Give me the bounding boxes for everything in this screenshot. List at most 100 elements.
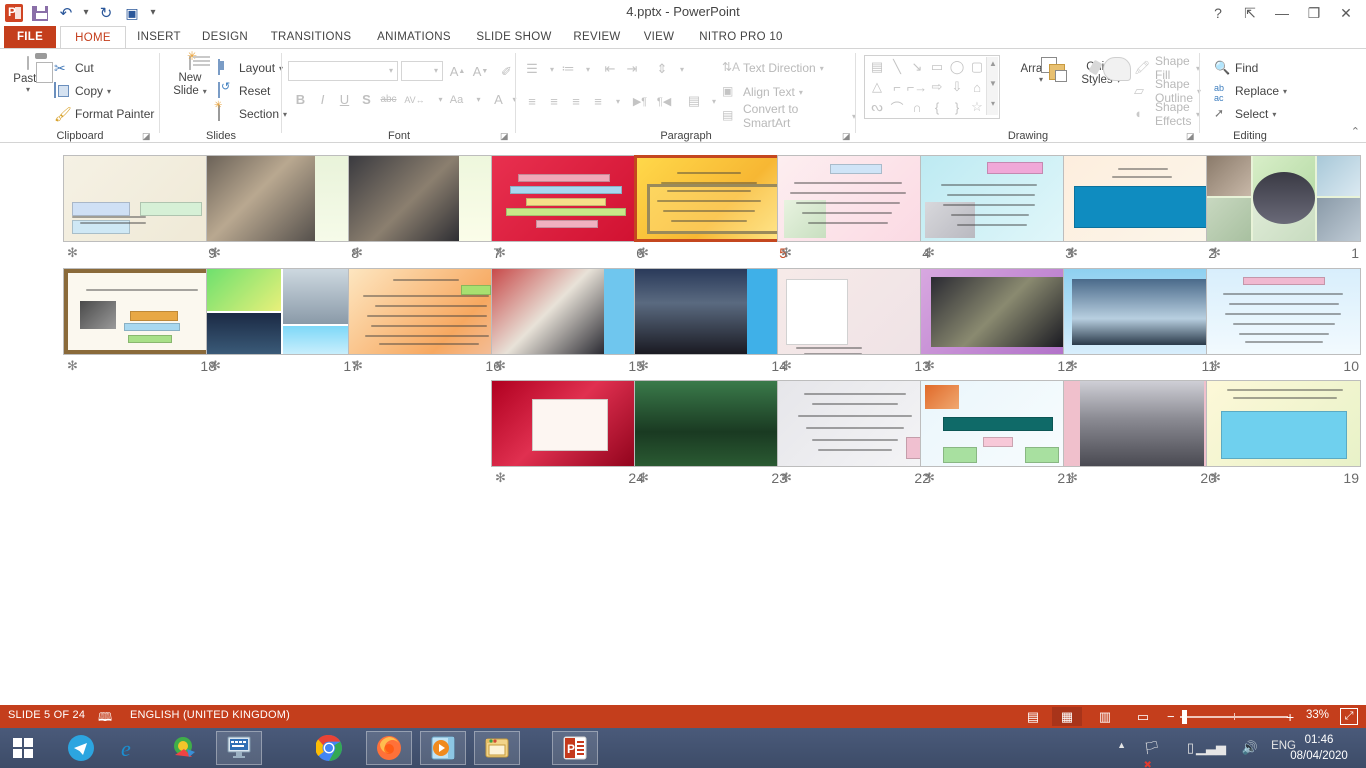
help-button[interactable]: ? [1202,2,1234,24]
shape-curve-icon[interactable]: ∩ [907,97,927,117]
change-case-button[interactable]: Aa [446,89,467,110]
spell-check-icon[interactable]: 🕮 [98,708,112,729]
animation-star-icon[interactable]: ✻ [495,358,506,374]
animation-star-icon[interactable]: ✻ [924,358,935,374]
zoom-slider-thumb[interactable] [1182,710,1187,724]
shapes-more-icon[interactable]: ▾ [988,99,998,117]
decrease-font-size-button[interactable]: A▼ [470,61,491,82]
find-button[interactable]: 🔍 Find [1214,57,1258,79]
shape-effects-button[interactable]: ◖ Shape Effects▾ [1134,103,1200,125]
align-center-button[interactable]: ≡ [544,91,564,111]
shape-down-arrow-icon[interactable]: ⇩ [947,77,967,97]
animation-star-icon[interactable]: ✻ [1067,358,1078,374]
close-button[interactable]: ✕ [1330,2,1362,24]
slide-preview[interactable] [491,155,646,242]
tab-animations[interactable]: ANIMATIONS [364,26,464,48]
taskbar-powerpoint[interactable]: P [552,731,598,765]
bold-button[interactable]: B [290,89,311,110]
animation-star-icon[interactable]: ✻ [781,358,792,374]
paragraph-dialog-launcher[interactable]: ◪ [842,131,852,141]
animation-star-icon[interactable]: ✻ [1067,470,1078,486]
slide-preview[interactable] [920,155,1075,242]
slide-preview[interactable] [348,155,503,242]
increase-font-size-button[interactable]: A▲ [447,61,468,82]
layout-button[interactable]: Layout▾ [218,57,283,79]
slide-preview[interactable] [63,155,218,242]
animation-star-icon[interactable]: ✻ [924,245,935,261]
slide-show-button[interactable]: ▭ [1128,707,1158,726]
show-hidden-icons-button[interactable]: ▲ [1117,740,1126,750]
slide-preview[interactable] [1206,380,1361,467]
new-slide-button[interactable]: New Slide▾ [164,57,216,98]
clock[interactable]: 01:46 08/04/2020 [1280,732,1358,764]
tab-transitions[interactable]: TRANSITIONS [260,26,362,48]
animation-star-icon[interactable]: ✻ [352,245,363,261]
ltr-text-direction-button[interactable]: ▶¶ [630,91,650,111]
ribbon-display-options-button[interactable]: ⇱ [1234,2,1266,24]
convert-to-smartart-button[interactable]: ▤ Convert to SmartArt▾ [722,105,856,127]
paste-button[interactable]: Paste ▾ [6,57,50,94]
shape-rectangle-icon[interactable]: ▭ [927,57,947,77]
slide-preview[interactable] [777,155,932,242]
slide-preview[interactable] [777,380,932,467]
shape-arc-icon[interactable]: ⌒ [887,97,907,117]
collapse-ribbon-button[interactable]: ⌃ [1351,125,1360,138]
line-spacing-caret-icon[interactable]: ▾ [672,59,692,79]
taskbar-firefox[interactable] [366,731,412,765]
format-painter-button[interactable]: 🖌 Format Painter [54,103,154,125]
section-button[interactable]: Section▾ [218,103,287,125]
rtl-text-direction-button[interactable]: ¶◀ [654,91,674,111]
justify-button[interactable]: ≡ [588,91,608,111]
underline-button[interactable]: U [334,89,355,110]
slide-preview[interactable] [491,380,646,467]
language-indicator[interactable]: ENGLISH (UNITED KINGDOM) [130,709,290,721]
shape-pentagon-icon[interactable]: ⌂ [967,77,987,97]
slide-preview[interactable] [920,268,1075,355]
slide-sorter-pane[interactable]: ✻9✻8✻7✻6✻5✻4✻3✻2✻1✻18✻17✻16✻15✻14✻13✻12✻… [0,143,1366,705]
slide-preview[interactable] [348,268,503,355]
action-center-icon[interactable]: ▯ [1187,740,1194,756]
network-error-icon[interactable]: 🏳✖ [1143,740,1160,768]
shape-left-brace-icon[interactable]: { [927,97,947,117]
cut-button[interactable]: ✂ Cut [54,57,94,79]
text-shadow-button[interactable]: S [356,89,377,110]
zoom-in-button[interactable]: + [1286,709,1294,725]
tab-review[interactable]: REVIEW [564,26,630,48]
slide-preview[interactable] [63,268,218,355]
zoom-level-label[interactable]: 33% [1306,709,1329,721]
animation-star-icon[interactable]: ✻ [638,358,649,374]
animation-star-icon[interactable]: ✻ [495,245,506,261]
font-dialog-launcher[interactable]: ◪ [500,131,510,141]
shapes-gallery[interactable]: ▤ ╲ ↘ ▭ ◯ ▢ △ ⌐ ⌐→ ⇨ ⇩ ⌂ ᔓ ⌒ ∩ { } ☆ ▲ [864,55,1000,119]
animation-star-icon[interactable]: ✻ [67,358,78,374]
clipboard-dialog-launcher[interactable]: ◪ [142,131,152,141]
minimize-button[interactable]: — [1266,2,1298,24]
tab-slide-show[interactable]: SLIDE SHOW [466,26,562,48]
strikethrough-button[interactable]: abc [378,89,399,110]
zoom-out-button[interactable]: − [1167,709,1175,724]
slide-preview[interactable] [1206,155,1361,242]
animation-star-icon[interactable]: ✻ [1210,245,1221,261]
shapes-gallery-scrollbar[interactable]: ▲ ▼ ▾ [986,57,998,115]
shape-elbow-arrow-icon[interactable]: ⌐→ [907,77,927,97]
shape-textbox-icon[interactable]: ▤ [867,57,887,77]
slide-preview[interactable] [206,268,361,355]
quick-styles-button[interactable]: Quick Styles▾ [1074,57,1128,87]
taskbar-telegram[interactable] [58,731,104,765]
shape-arrow-icon[interactable]: ↘ [907,57,927,77]
slide-preview[interactable] [920,380,1075,467]
animation-star-icon[interactable]: ✻ [352,358,363,374]
shape-star-icon[interactable]: ☆ [967,97,987,117]
taskbar-internet-explorer[interactable]: e [110,731,156,765]
align-right-button[interactable]: ≡ [566,91,586,111]
restore-button[interactable]: ❐ [1298,2,1330,24]
slide-preview[interactable] [206,155,361,242]
shape-fill-button[interactable]: 🖍 Shape Fill▾ [1134,57,1200,79]
shape-oval-icon[interactable]: ◯ [947,57,967,77]
tab-nitro-pro[interactable]: NITRO PRO 10 [688,26,794,48]
character-spacing-button[interactable]: AV↔ [404,89,425,110]
tab-design[interactable]: DESIGN [192,26,258,48]
slide-preview[interactable] [491,268,646,355]
text-direction-button[interactable]: ⇅A Text Direction▾ [722,57,824,79]
shape-elbow-icon[interactable]: ⌐ [887,77,907,97]
